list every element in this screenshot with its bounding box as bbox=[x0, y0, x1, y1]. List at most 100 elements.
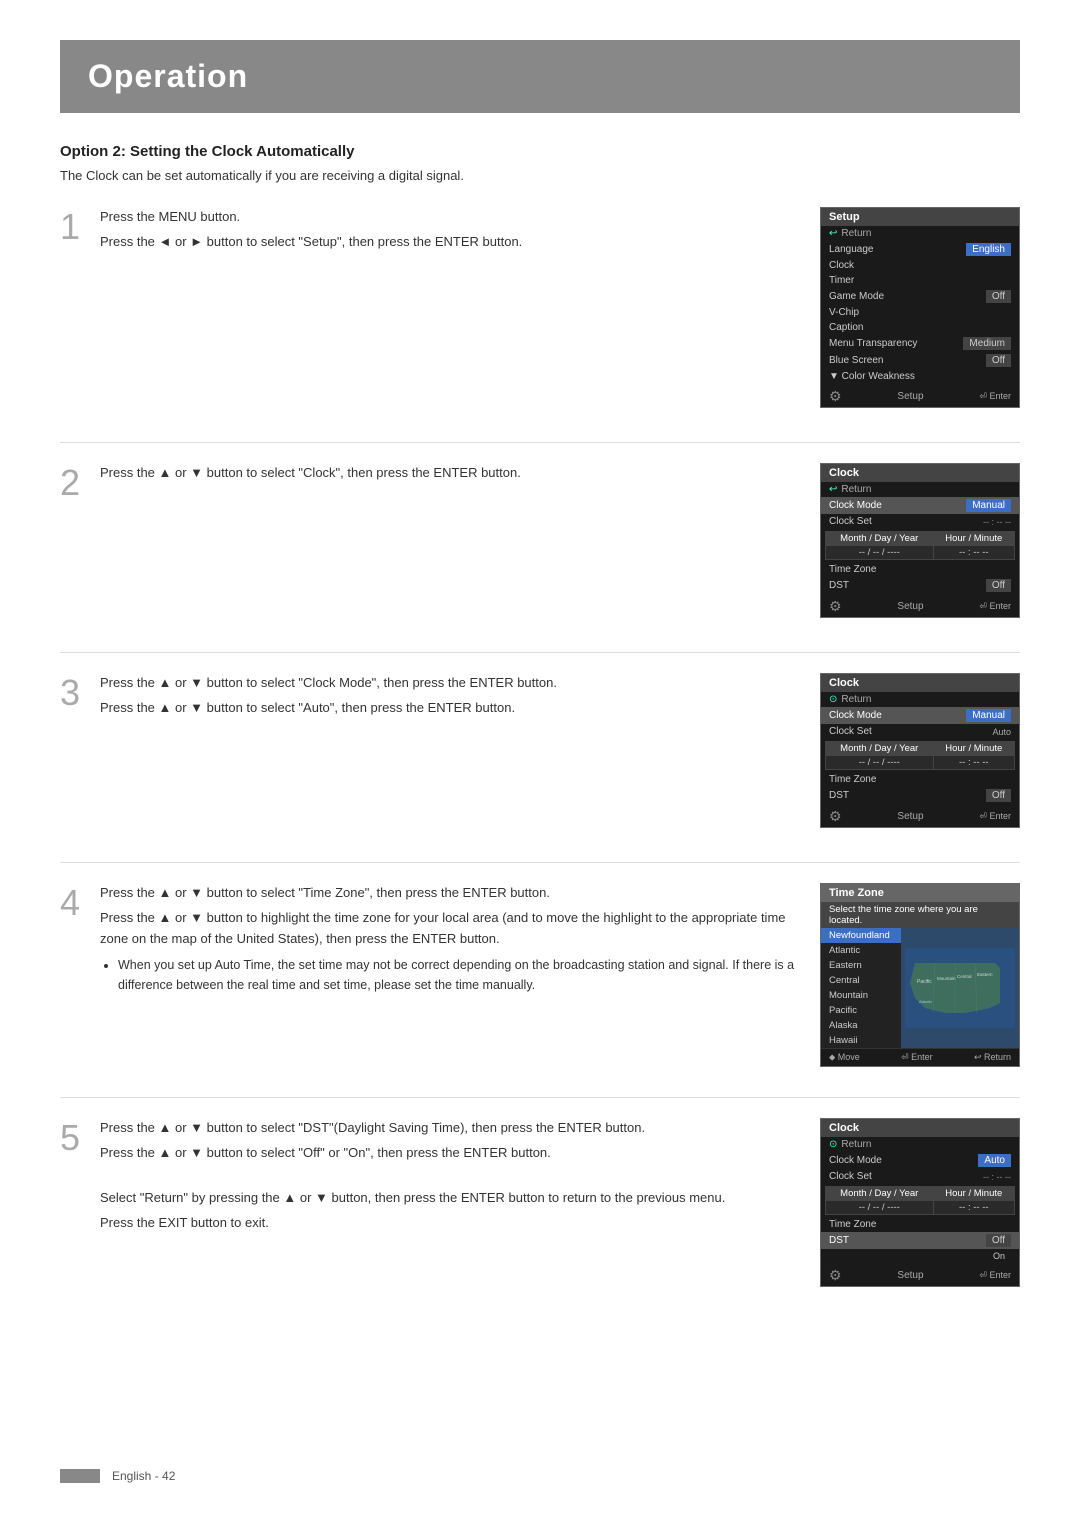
svg-text:Atlantic: Atlantic bbox=[919, 999, 932, 1004]
step-5-number: 5 bbox=[60, 1120, 100, 1156]
clock-menu-title-2: Clock bbox=[821, 464, 1019, 482]
step-3-number: 3 bbox=[60, 675, 100, 711]
col-val-time-5: -- : -- -- bbox=[933, 1201, 1014, 1215]
setup-menu-return: ↩ Return bbox=[821, 226, 1019, 241]
step-3-text: Press the ▲ or ▼ button to select "Clock… bbox=[100, 673, 820, 723]
clock-menu-dst: Clock ⊙ Return Clock Mode Auto Clock Set… bbox=[820, 1118, 1020, 1287]
step-1-ui: Setup ↩ Return Language English Clock Ti… bbox=[820, 207, 1020, 412]
dst-item-2: DST Off bbox=[821, 577, 1019, 594]
step-5-line-3: Select "Return" by pressing the ▲ or ▼ b… bbox=[100, 1188, 800, 1209]
step-2-text: Press the ▲ or ▼ button to select "Clock… bbox=[100, 463, 820, 488]
col-val-date-5: -- / -- / ---- bbox=[826, 1201, 934, 1215]
setup-menutrans-item: Menu Transparency Medium bbox=[821, 335, 1019, 352]
timezone-item-5: Time Zone bbox=[821, 1217, 1019, 1232]
tz-central: Central bbox=[821, 973, 901, 988]
step-1-row: 1 Press the MENU button. Press the ◄ or … bbox=[60, 207, 1020, 412]
clockmode-item-5: Clock Mode Auto bbox=[821, 1152, 1019, 1169]
tz-mountain: Mountain bbox=[821, 988, 901, 1003]
step-1-line-1: Press the MENU button. bbox=[100, 207, 800, 228]
clock-return-arrow-icon-5: ⊙ bbox=[829, 1139, 837, 1150]
dst-label-3: DST bbox=[829, 790, 849, 801]
dst-label-2: DST bbox=[829, 580, 849, 591]
step-4-number: 4 bbox=[60, 885, 100, 921]
clock-table-3: Month / Day / Year Hour / Minute -- / --… bbox=[825, 741, 1015, 770]
clock-return-3: ⊙ Return bbox=[821, 692, 1019, 707]
colorweakness-label: ▼ Color Weakness bbox=[829, 371, 915, 382]
clock-table-wrapper-5: Month / Day / Year Hour / Minute -- / --… bbox=[821, 1184, 1019, 1217]
step-5-text: Press the ▲ or ▼ button to select "DST"(… bbox=[100, 1118, 820, 1238]
svg-text:Mountain: Mountain bbox=[937, 976, 956, 981]
setup-menu-box: Setup ↩ Return Language English Clock Ti… bbox=[820, 207, 1020, 408]
clock-table-2: Month / Day / Year Hour / Minute -- / --… bbox=[825, 531, 1015, 560]
page-header: Operation bbox=[60, 40, 1020, 113]
timezone-item-3: Time Zone bbox=[821, 772, 1019, 787]
dst-off-value-5: Off bbox=[986, 1234, 1011, 1247]
setup-bluescreen-item: Blue Screen Off bbox=[821, 352, 1019, 369]
setup-gear-icon: ⚙ bbox=[829, 388, 842, 405]
footer-bar bbox=[60, 1469, 100, 1483]
gamemode-label: Game Mode bbox=[829, 291, 884, 302]
clockset-item-3: Clock Set Auto bbox=[821, 724, 1019, 739]
clockmode-label-3: Clock Mode bbox=[829, 710, 882, 721]
step-3-line-1: Press the ▲ or ▼ button to select "Clock… bbox=[100, 673, 800, 694]
step-1-number: 1 bbox=[60, 209, 100, 245]
language-value: English bbox=[966, 243, 1011, 256]
svg-text:Central: Central bbox=[957, 974, 972, 979]
dst-off-item-5: DST Off bbox=[821, 1232, 1019, 1249]
timezone-body: Newfoundland Atlantic Eastern Central Mo… bbox=[821, 928, 1019, 1048]
timezone-menu-subtitle: Select the time zone where you are locat… bbox=[821, 902, 1019, 928]
clock-return-arrow-icon-3: ⊙ bbox=[829, 694, 837, 705]
col-val-time-3: -- : -- -- bbox=[933, 756, 1014, 770]
clockset-label-3: Clock Set bbox=[829, 726, 872, 737]
step-4-note-1: When you set up Auto Time, the set time … bbox=[118, 955, 800, 995]
clockset-label-5: Clock Set bbox=[829, 1171, 872, 1182]
timezone-map-svg: Pacific Mountain Central Eastern Atlanti… bbox=[905, 948, 1015, 1028]
clock-menu-auto: Clock ⊙ Return Clock Mode Manual Clock S… bbox=[820, 673, 1020, 828]
clock-return-label-3: Return bbox=[841, 694, 871, 705]
setup-footer-label: Setup bbox=[897, 391, 923, 402]
clock-return-5: ⊙ Return bbox=[821, 1137, 1019, 1152]
tz-return-hint: ↩ Return bbox=[974, 1052, 1011, 1063]
clock-return-label-2: Return bbox=[841, 484, 871, 495]
tz-pacific: Pacific bbox=[821, 1003, 901, 1018]
setup-clock-item: Clock bbox=[821, 258, 1019, 273]
dst-item-3: DST Off bbox=[821, 787, 1019, 804]
timezone-map: Pacific Mountain Central Eastern Atlanti… bbox=[901, 928, 1019, 1048]
clock-enter-hint-5: ⏎ Enter bbox=[979, 1270, 1011, 1281]
bluescreen-value: Off bbox=[986, 354, 1011, 367]
clock-footer-label-2: Setup bbox=[897, 601, 923, 612]
clock-gear-icon-3: ⚙ bbox=[829, 808, 842, 825]
section-title: Option 2: Setting the Clock Automaticall… bbox=[60, 143, 1020, 160]
setup-menu-footer: ⚙ Setup ⏎ Enter bbox=[821, 384, 1019, 407]
clockset-item-2: Clock Set -- : -- -- bbox=[821, 514, 1019, 529]
clockmode-item-3: Clock Mode Manual bbox=[821, 707, 1019, 724]
step-4-row: 4 Press the ▲ or ▼ button to select "Tim… bbox=[60, 883, 1020, 1067]
step-5-ui: Clock ⊙ Return Clock Mode Auto Clock Set… bbox=[820, 1118, 1020, 1291]
clockset-value-5: -- : -- -- bbox=[983, 1172, 1011, 1182]
step-2-ui: Clock ↩ Return Clock Mode Manual Clock S… bbox=[820, 463, 1020, 622]
step-5-line-4: Press the EXIT button to exit. bbox=[100, 1213, 800, 1234]
section-desc: The Clock can be set automatically if yo… bbox=[60, 168, 1020, 183]
clock-footer-label-3: Setup bbox=[897, 811, 923, 822]
divider-2 bbox=[60, 652, 1020, 653]
clock-return-arrow-icon-2: ↩ bbox=[829, 484, 837, 495]
clock-menu-manual: Clock ↩ Return Clock Mode Manual Clock S… bbox=[820, 463, 1020, 618]
tz-enter-hint: ⏎ Enter bbox=[901, 1052, 933, 1063]
step-5-line-2: Press the ▲ or ▼ button to select "Off" … bbox=[100, 1143, 800, 1164]
tz-alaska: Alaska bbox=[821, 1018, 901, 1033]
clock-table-wrapper-2: Month / Day / Year Hour / Minute -- / --… bbox=[821, 529, 1019, 562]
clockset-label-2: Clock Set bbox=[829, 516, 872, 527]
step-1-text: Press the MENU button. Press the ◄ or ► … bbox=[100, 207, 820, 257]
timezone-label-5: Time Zone bbox=[829, 1219, 876, 1230]
setup-gamemode-item: Game Mode Off bbox=[821, 288, 1019, 305]
setup-colorweakness-item: ▼ Color Weakness bbox=[821, 369, 1019, 384]
caption-label: Caption bbox=[829, 322, 863, 333]
bluescreen-label: Blue Screen bbox=[829, 355, 883, 366]
tz-eastern: Eastern bbox=[821, 958, 901, 973]
page-content: Option 2: Setting the Clock Automaticall… bbox=[60, 143, 1020, 1291]
step-4-line-2: Press the ▲ or ▼ button to highlight the… bbox=[100, 908, 800, 950]
clock-menu-title-5: Clock bbox=[821, 1119, 1019, 1137]
gamemode-value: Off bbox=[986, 290, 1011, 303]
step-1-line-2: Press the ◄ or ► button to select "Setup… bbox=[100, 232, 800, 253]
clock-menu-title-3: Clock bbox=[821, 674, 1019, 692]
